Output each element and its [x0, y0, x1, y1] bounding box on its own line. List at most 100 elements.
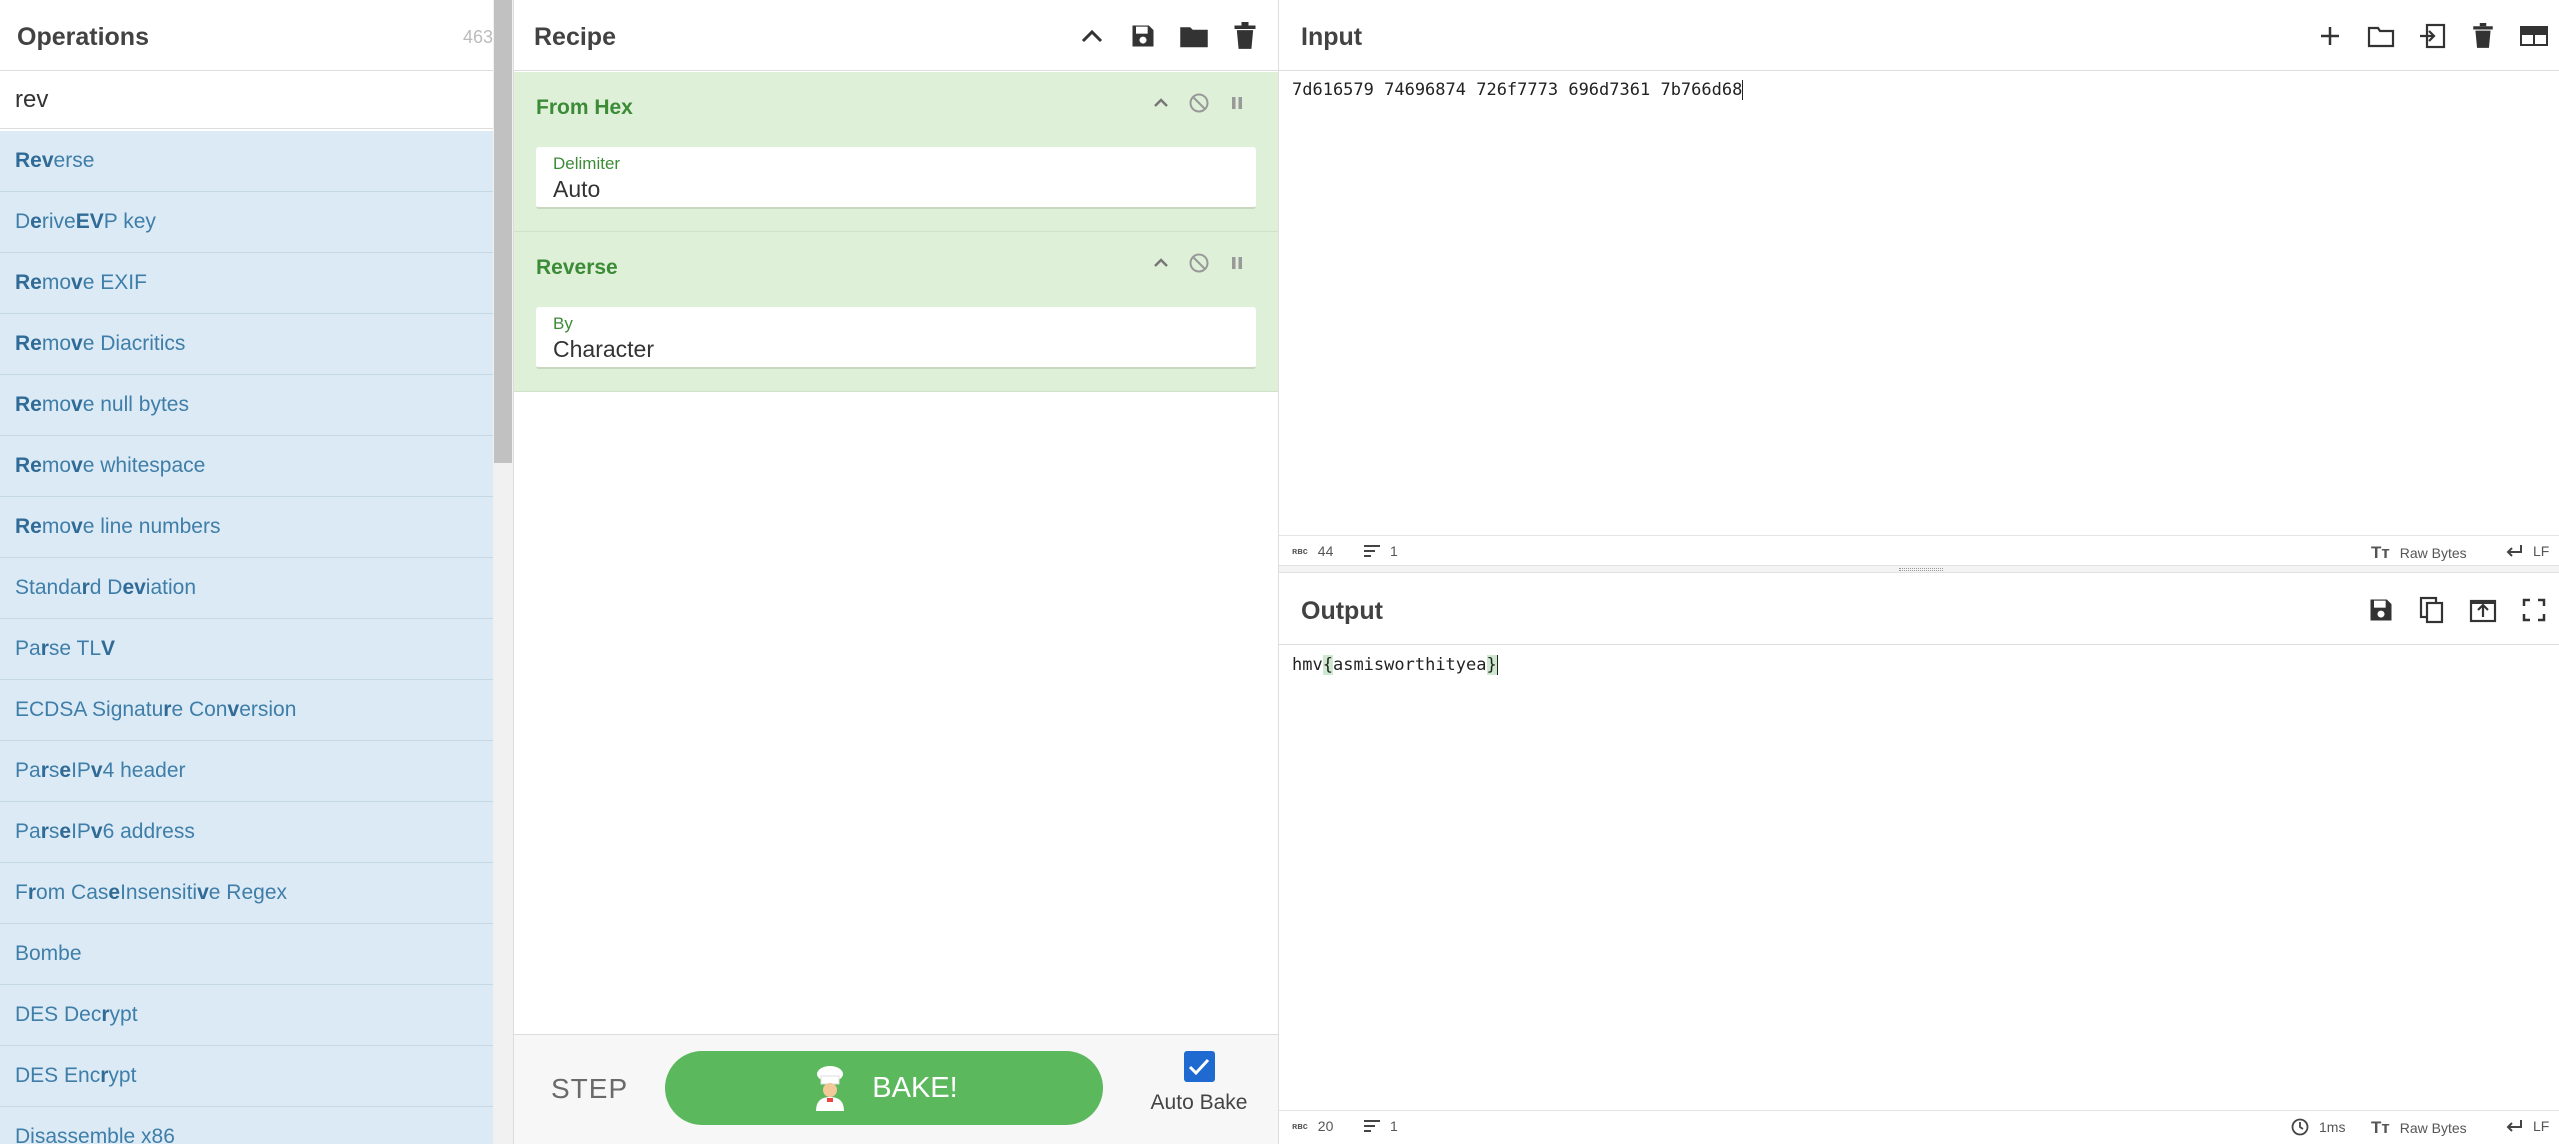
add-tab-plus-icon[interactable] — [2313, 19, 2347, 53]
input-encoding-label: Raw Bytes — [2399, 545, 2467, 561]
operation-item-text: ypt — [108, 1064, 137, 1087]
operations-panel: Operations 463 ReverseDerive EVP keyRemo… — [0, 0, 513, 1144]
bake-area: STEP BAKE! Auto Bake — [514, 1034, 1278, 1144]
operation-item[interactable]: Re mo v e EXIF — [0, 253, 493, 314]
layout-icon[interactable] — [2517, 19, 2551, 53]
operations-search — [0, 71, 513, 129]
recipe-op-from-hex[interactable]: From Hex Delimiter Auto — [514, 72, 1278, 232]
output-middle: asmisworthityea — [1332, 655, 1487, 675]
operation-item-text: mo — [41, 271, 72, 294]
operation-item-text: v — [71, 271, 83, 294]
operation-item-text: Rev — [15, 149, 54, 172]
load-recipe-folder-icon[interactable] — [1177, 19, 1211, 53]
operation-item-text: e — [59, 820, 72, 843]
output-eol-label: LF — [2533, 1118, 2550, 1134]
breakpoint-pause-icon[interactable] — [1226, 92, 1248, 114]
auto-bake-label: Auto Bake — [1150, 1091, 1248, 1114]
divider-grip[interactable] — [1899, 568, 1943, 571]
operation-item-text: 4 header — [102, 759, 186, 782]
operation-item[interactable]: Bombe — [0, 924, 493, 985]
operation-item-text: Pa — [15, 759, 41, 782]
operation-item-text: Re — [15, 332, 42, 355]
input-encoding[interactable]: Tт Raw Bytes — [2371, 543, 2467, 563]
maximise-output-icon[interactable] — [2517, 593, 2551, 627]
input-toolbar — [2296, 19, 2551, 53]
collapse-op-chevron-icon[interactable] — [1150, 92, 1172, 114]
input-lines-stat: 1 — [1364, 543, 1398, 559]
output-length-stat: ʀʙᴄ 20 — [1292, 1118, 1333, 1134]
clear-recipe-trash-icon[interactable] — [1228, 19, 1262, 53]
auto-bake-checkbox[interactable] — [1183, 1051, 1215, 1082]
operation-item[interactable]: Pa r s e IP v 6 address — [0, 802, 493, 863]
delimiter-field[interactable]: Delimiter Auto — [536, 147, 1256, 209]
input-title: Input — [1301, 23, 1363, 51]
by-label: By — [553, 314, 573, 333]
operation-item[interactable]: Re mo v e null bytes — [0, 375, 493, 436]
operation-item[interactable]: DES Dec r ypt — [0, 985, 493, 1046]
clear-input-trash-icon[interactable] — [2466, 19, 2500, 53]
copy-output-icon[interactable] — [2415, 593, 2449, 627]
bake-button[interactable]: BAKE! — [665, 1051, 1103, 1125]
collapse-op-chevron-icon[interactable] — [1150, 252, 1172, 274]
input-eol[interactable]: LF — [2505, 543, 2549, 559]
abc-icon: ʀʙᴄ — [1292, 546, 1308, 556]
breakpoint-pause-icon[interactable] — [1226, 252, 1248, 274]
delimiter-label: Delimiter — [553, 154, 621, 173]
output-time: 1ms — [2319, 1119, 2346, 1135]
operation-item-text: d D — [89, 576, 123, 599]
operation-item[interactable]: De ri v e EV P key — [0, 192, 493, 253]
output-eol[interactable]: LF — [2505, 1118, 2549, 1134]
operation-item[interactable]: Pa r s e IP v 4 header — [0, 741, 493, 802]
open-file-arrow-icon[interactable] — [2415, 19, 2449, 53]
operations-scrollbar-thumb[interactable] — [494, 0, 512, 463]
output-text[interactable]: hmv{asmisworthityea} — [1292, 655, 1498, 675]
operation-item[interactable]: Fr om Cas e Insensiti v e Regex — [0, 863, 493, 924]
collapse-all-icon[interactable] — [1075, 19, 1109, 53]
output-encoding[interactable]: Tт Raw Bytes — [2371, 1118, 2467, 1138]
operation-item[interactable]: Standa r d Dev iation — [0, 558, 493, 619]
input-line-count: 1 — [1390, 543, 1398, 559]
step-button[interactable]: STEP — [551, 1073, 628, 1105]
save-recipe-icon[interactable] — [1126, 19, 1160, 53]
operation-item-text: iation — [145, 576, 196, 599]
replace-input-icon[interactable] — [2466, 593, 2500, 627]
operation-item[interactable]: Re mo v e line numbers — [0, 497, 493, 558]
operation-item[interactable]: Rev erse — [0, 131, 493, 192]
open-folder-icon[interactable] — [2364, 19, 2398, 53]
input-text[interactable]: 7d616579 74696874 726f7773 696d7361 7b76… — [1292, 80, 1744, 100]
by-field[interactable]: By Character — [536, 307, 1256, 369]
auto-bake[interactable]: Auto Bake — [1144, 1051, 1254, 1115]
output-encoding-label: Raw Bytes — [2399, 1120, 2467, 1136]
operation-item-text: v — [71, 393, 83, 416]
save-output-icon[interactable] — [2364, 593, 2398, 627]
disable-op-icon[interactable] — [1188, 252, 1210, 274]
io-divider[interactable] — [1279, 565, 2559, 573]
operation-item-text: e Con — [171, 698, 228, 721]
output-brace-close: } — [1486, 655, 1497, 675]
recipe-title: Recipe — [534, 23, 616, 51]
operation-item-text: DES Enc — [15, 1064, 101, 1087]
recipe-op-reverse[interactable]: Reverse By Character — [514, 232, 1278, 392]
operation-item-text: D — [15, 210, 31, 233]
operation-item-text: r — [81, 576, 90, 599]
operation-item[interactable]: DES Enc r ypt — [0, 1046, 493, 1107]
operation-item[interactable]: Re mo v e Diacritics — [0, 314, 493, 375]
recipe-panel: Recipe From Hex Delimiter Auto Reverse B… — [513, 0, 1279, 1144]
operation-item[interactable]: Pa r se TL V — [0, 619, 493, 680]
operation-item-text: mo — [41, 393, 72, 416]
search-input[interactable] — [0, 71, 513, 128]
disable-op-icon[interactable] — [1188, 92, 1210, 114]
operation-item-text: Pa — [15, 820, 41, 843]
operation-item-text: s — [48, 820, 60, 843]
output-prefix: hmv — [1292, 655, 1323, 675]
operation-item[interactable]: ECDSA Signatu r e Con v ersion — [0, 680, 493, 741]
operation-item[interactable]: Re mo v e whitespace — [0, 436, 493, 497]
operation-item-text: Pa — [15, 637, 41, 660]
input-status-bar: ʀʙᴄ 44 1 Tт Raw Bytes LF — [1279, 535, 2559, 565]
operation-item-text: Re — [15, 271, 42, 294]
output-char-count: 20 — [1317, 1118, 1334, 1134]
operation-item-text: r — [100, 1064, 109, 1087]
operation-item[interactable]: Disassemble x86 — [0, 1107, 493, 1144]
operation-item-text: EV — [75, 210, 104, 233]
clock-icon — [2291, 1118, 2309, 1136]
